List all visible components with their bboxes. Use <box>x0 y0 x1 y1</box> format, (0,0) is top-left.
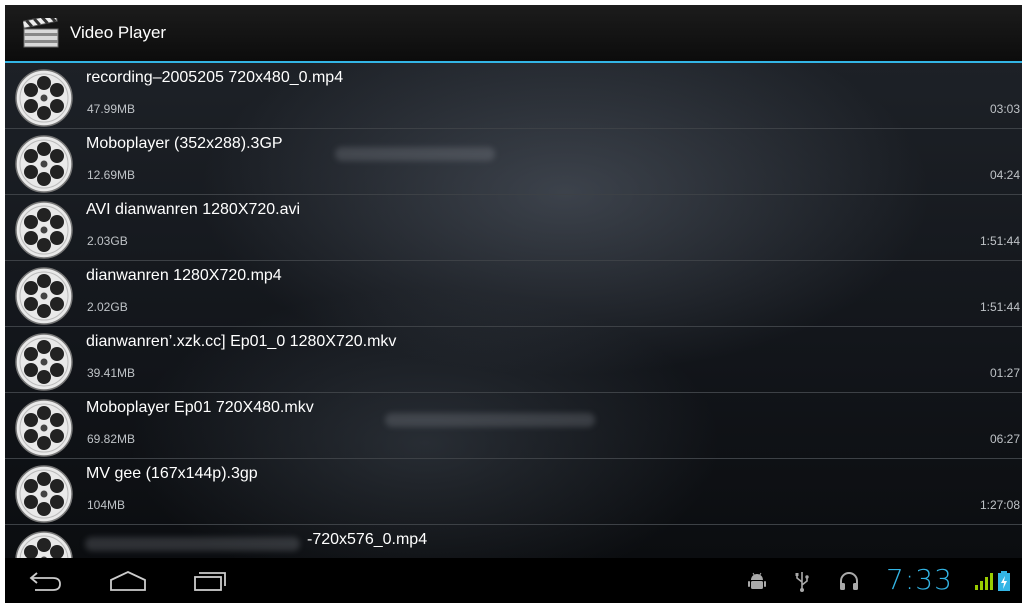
back-button[interactable] <box>25 568 65 594</box>
redacted-text <box>385 413 595 427</box>
video-name: dianwanren’.xzk.cc] Ep01_0 1280X720.mkv <box>86 333 397 350</box>
film-reel-icon <box>14 134 74 194</box>
video-name: -720x576_0.mp4 <box>307 531 428 548</box>
system-bar: 7:33 <box>5 558 1022 603</box>
list-item[interactable]: Moboplayer Ep01 720X480.mkv 69.82MB 06:2… <box>5 393 1022 459</box>
video-duration: 1:51:44 <box>979 234 1020 248</box>
screen: Video Player recording–2005205 720x480_0… <box>5 5 1022 603</box>
video-name: MV gee (167x144p).3gp <box>86 465 258 482</box>
home-button[interactable] <box>108 568 148 594</box>
usb-icon[interactable] <box>791 570 813 592</box>
signal-icon <box>975 573 993 590</box>
recent-apps-button[interactable] <box>190 568 230 594</box>
video-list[interactable]: recording–2005205 720x480_0.mp4 47.99MB … <box>5 63 1022 558</box>
film-reel-icon <box>14 464 74 524</box>
video-size: 39.41MB <box>87 366 136 380</box>
video-name: Moboplayer (352x288).3GP <box>86 135 283 152</box>
redacted-text <box>85 537 300 551</box>
list-item[interactable]: Moboplayer (352x288).3GP 12.69MB 04:24 <box>5 129 1022 195</box>
recent-apps-icon <box>194 572 226 591</box>
app-title: Video Player <box>70 23 167 42</box>
film-reel-icon <box>14 530 74 558</box>
video-name: AVI dianwanren 1280X720.avi <box>86 201 301 218</box>
video-size: 12.69MB <box>87 168 136 182</box>
list-item[interactable]: -720x576_0.mp4 <box>5 525 1022 558</box>
video-size: 2.03GB <box>87 234 128 248</box>
video-duration: 03:03 <box>989 102 1020 116</box>
video-size: 47.99MB <box>87 102 136 116</box>
film-reel-icon <box>14 200 74 260</box>
battery-icon <box>998 571 1010 591</box>
video-name: recording–2005205 720x480_0.mp4 <box>86 69 344 86</box>
video-size: 69.82MB <box>87 432 136 446</box>
video-size: 2.02GB <box>87 300 128 314</box>
back-icon <box>29 572 61 591</box>
status-clock: 7:33 <box>886 563 953 596</box>
home-icon <box>110 571 146 591</box>
video-name: Moboplayer Ep01 720X480.mkv <box>86 399 314 416</box>
video-name: dianwanren 1280X720.mp4 <box>86 267 282 284</box>
redacted-text <box>335 147 495 161</box>
film-reel-icon <box>14 398 74 458</box>
film-reel-icon <box>14 68 74 128</box>
film-reel-icon <box>14 266 74 326</box>
video-duration: 01:27 <box>989 366 1020 380</box>
list-item[interactable]: dianwanren’.xzk.cc] Ep01_0 1280X720.mkv … <box>5 327 1022 393</box>
video-duration: 04:24 <box>989 168 1020 182</box>
video-size: 104MB <box>87 498 126 512</box>
video-duration: 1:51:44 <box>979 300 1020 314</box>
video-duration: 06:27 <box>989 432 1020 446</box>
list-item[interactable]: dianwanren 1280X720.mp4 2.02GB 1:51:44 <box>5 261 1022 327</box>
android-debug-icon[interactable] <box>746 570 768 592</box>
clapperboard-icon <box>23 18 59 48</box>
list-item[interactable]: MV gee (167x144p).3gp 104MB 1:27:08 <box>5 459 1022 525</box>
list-item[interactable]: AVI dianwanren 1280X720.avi 2.03GB 1:51:… <box>5 195 1022 261</box>
film-reel-icon <box>14 332 74 392</box>
action-bar: Video Player <box>5 5 1022 63</box>
list-item[interactable]: recording–2005205 720x480_0.mp4 47.99MB … <box>5 63 1022 129</box>
headphones-icon[interactable] <box>838 570 860 592</box>
video-duration: 1:27:08 <box>979 498 1020 512</box>
